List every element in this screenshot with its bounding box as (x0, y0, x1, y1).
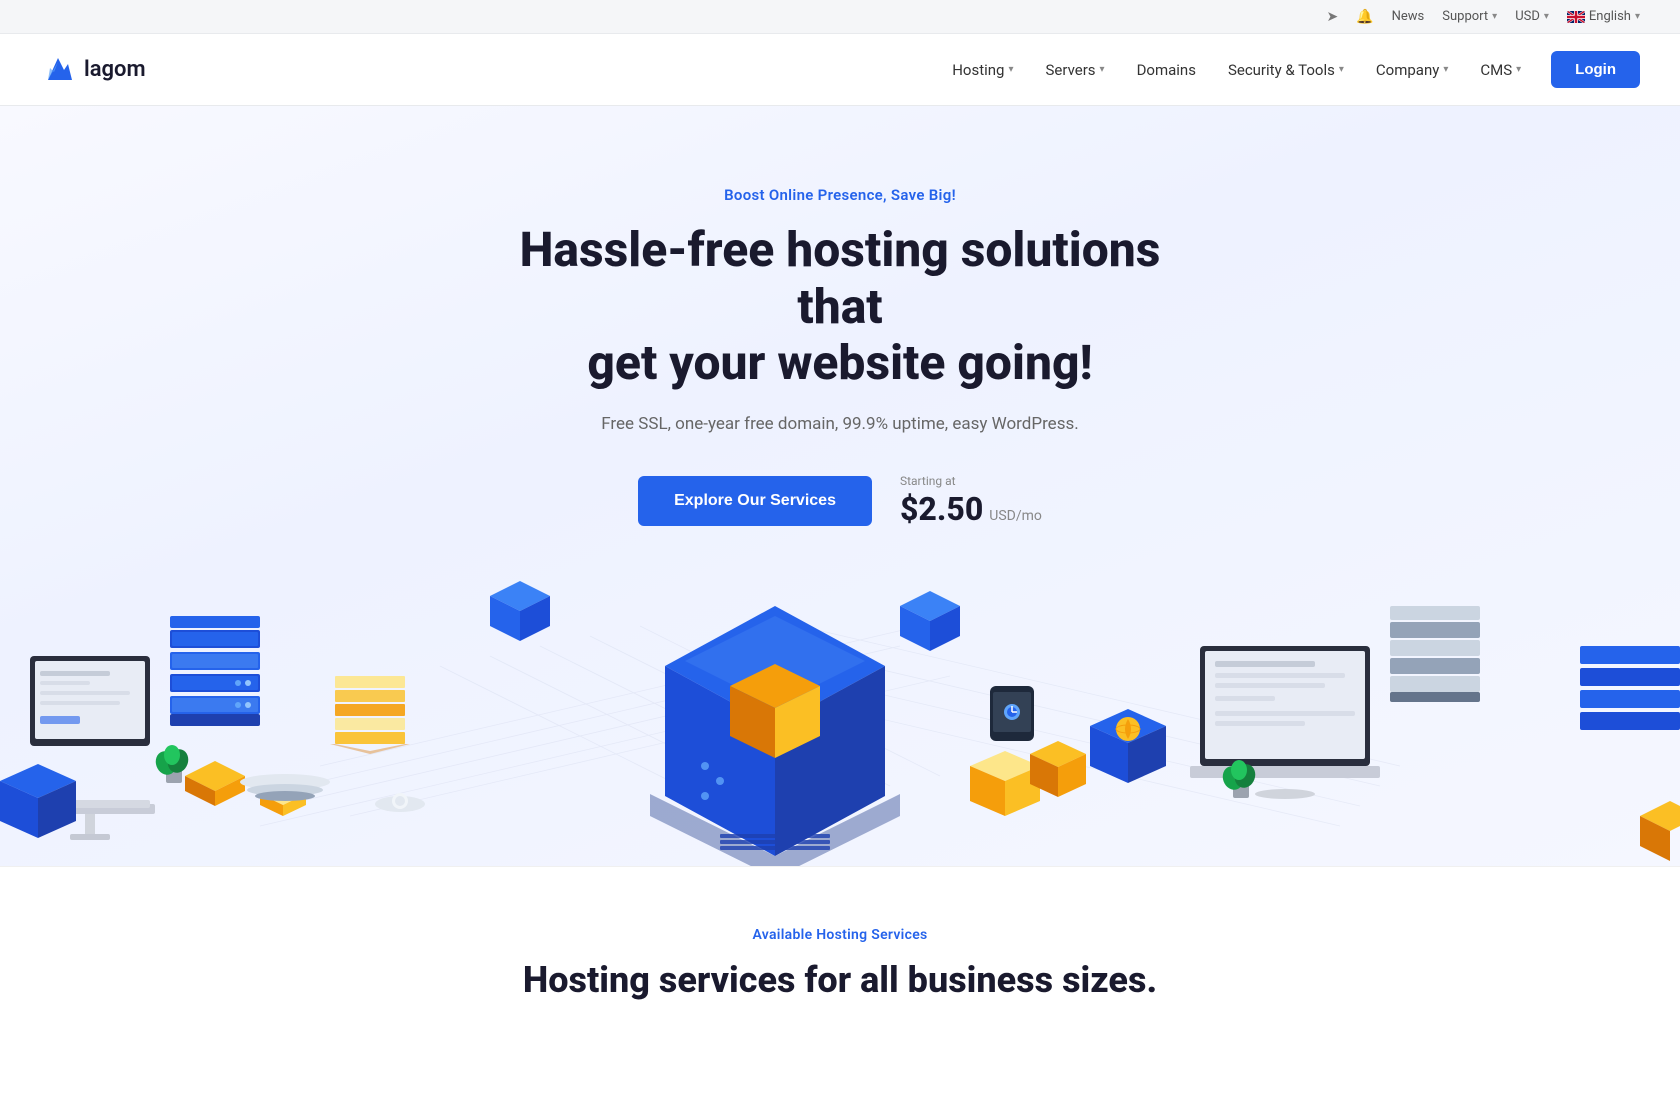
left-monitor-group (25, 656, 155, 840)
nav-item-servers: Servers ▾ (1032, 53, 1119, 87)
hero-tagline: Boost Online Presence, Save Big! (480, 186, 1200, 204)
support-label: Support (1442, 9, 1488, 24)
hero-title: Hassle-free hosting solutions that get y… (480, 222, 1200, 392)
company-chevron: ▾ (1443, 64, 1448, 75)
right-server-stack (1390, 606, 1480, 702)
currency-dropdown[interactable]: USD ▾ (1515, 9, 1549, 24)
currency-label: USD (1515, 9, 1540, 24)
gray-disks-left (240, 774, 330, 801)
nav-links: Hosting ▾ Servers ▾ Domains Security & T… (938, 51, 1640, 88)
bell-icon: 🔔 (1356, 9, 1373, 25)
nav-link-company[interactable]: Company ▾ (1362, 53, 1462, 87)
language-chevron: ▾ (1635, 11, 1640, 22)
pricing-amount: $2.50 USD/mo (900, 490, 1042, 528)
hero-subtitle: Free SSL, one-year free domain, 99.9% up… (480, 414, 1200, 434)
far-right-server (1580, 646, 1680, 730)
nav-item-domains: Domains (1123, 53, 1210, 87)
explore-services-button[interactable]: Explore Our Services (638, 476, 872, 526)
hosting-chevron: ▾ (1008, 64, 1013, 75)
language-dropdown[interactable]: English ▾ (1567, 9, 1640, 24)
nav-link-hosting[interactable]: Hosting ▾ (938, 53, 1027, 87)
nav-item-hosting: Hosting ▾ (938, 53, 1027, 87)
small-right-cube (900, 591, 960, 651)
nav-link-security[interactable]: Security & Tools ▾ (1214, 53, 1358, 87)
bottom-title: Hosting services for all business sizes. (40, 959, 1640, 1001)
central-cube (650, 606, 900, 866)
navbar: lagom Hosting ▾ Servers ▾ Domains Securi… (0, 34, 1680, 106)
security-chevron: ▾ (1339, 64, 1344, 75)
nav-link-servers[interactable]: Servers ▾ (1032, 53, 1119, 87)
topbar: ➤ 🔔 News Support ▾ USD ▾ English ▾ (0, 0, 1680, 34)
support-dropdown[interactable]: Support ▾ (1442, 9, 1497, 24)
notification-icon-item[interactable]: 🔔 (1356, 9, 1373, 25)
nav-domains-label: Domains (1137, 61, 1196, 79)
login-button[interactable]: Login (1551, 51, 1640, 88)
news-link[interactable]: News (1392, 9, 1425, 24)
nav-cms-label: CMS (1480, 61, 1512, 79)
logo-link[interactable]: lagom (40, 52, 146, 88)
left-boxes (185, 761, 306, 816)
pricing-unit: USD/mo (989, 508, 1042, 524)
nav-item-cms: CMS ▾ (1466, 53, 1535, 87)
flag-icon (1567, 11, 1585, 23)
nav-item-company: Company ▾ (1362, 53, 1462, 87)
nav-hosting-label: Hosting (952, 61, 1004, 79)
logo-text: lagom (84, 57, 146, 82)
currency-chevron: ▾ (1544, 11, 1549, 22)
pricing-dollar-amount: $2.50 (900, 490, 983, 528)
nav-servers-label: Servers (1046, 61, 1096, 79)
bottom-tagline: Available Hosting Services (40, 927, 1640, 943)
nav-security-label: Security & Tools (1228, 61, 1335, 79)
left-server-stack (170, 616, 260, 726)
far-left-box (0, 764, 76, 838)
hero-section: Boost Online Presence, Save Big! Hassle-… (0, 106, 1680, 866)
left-plant (152, 745, 191, 783)
logo-icon (40, 52, 76, 88)
share-icon: ➤ (1326, 9, 1338, 25)
floor-disk-left (375, 793, 425, 812)
right-plant (1219, 760, 1258, 798)
far-right-yellow (1640, 801, 1680, 861)
hero-title-line1: Hassle-free hosting solutions that (520, 221, 1161, 335)
center-left-rack (330, 676, 410, 754)
support-chevron: ▾ (1492, 11, 1497, 22)
small-left-cube (490, 581, 550, 641)
right-blue-cube (1090, 709, 1166, 783)
nav-item-login: Login (1539, 51, 1640, 88)
share-icon-item[interactable]: ➤ (1326, 9, 1338, 25)
nav-link-cms[interactable]: CMS ▾ (1466, 53, 1535, 87)
right-laptop (1190, 646, 1380, 799)
nav-item-security: Security & Tools ▾ (1214, 53, 1358, 87)
right-device (990, 686, 1034, 741)
pricing-starting-label: Starting at (900, 474, 956, 488)
right-boxes (970, 751, 1040, 816)
language-label: English (1589, 9, 1631, 24)
bottom-section: Available Hosting Services Hosting servi… (0, 866, 1680, 1041)
nav-company-label: Company (1376, 61, 1439, 79)
pricing-info: Starting at $2.50 USD/mo (900, 474, 1042, 528)
cms-chevron: ▾ (1516, 64, 1521, 75)
hero-title-line2: get your website going! (587, 334, 1092, 391)
right-boxes-2 (1030, 741, 1086, 797)
hero-content: Boost Online Presence, Save Big! Hassle-… (480, 186, 1200, 528)
hero-cta: Explore Our Services Starting at $2.50 U… (480, 474, 1200, 528)
nav-link-domains[interactable]: Domains (1123, 53, 1210, 87)
servers-chevron: ▾ (1100, 64, 1105, 75)
